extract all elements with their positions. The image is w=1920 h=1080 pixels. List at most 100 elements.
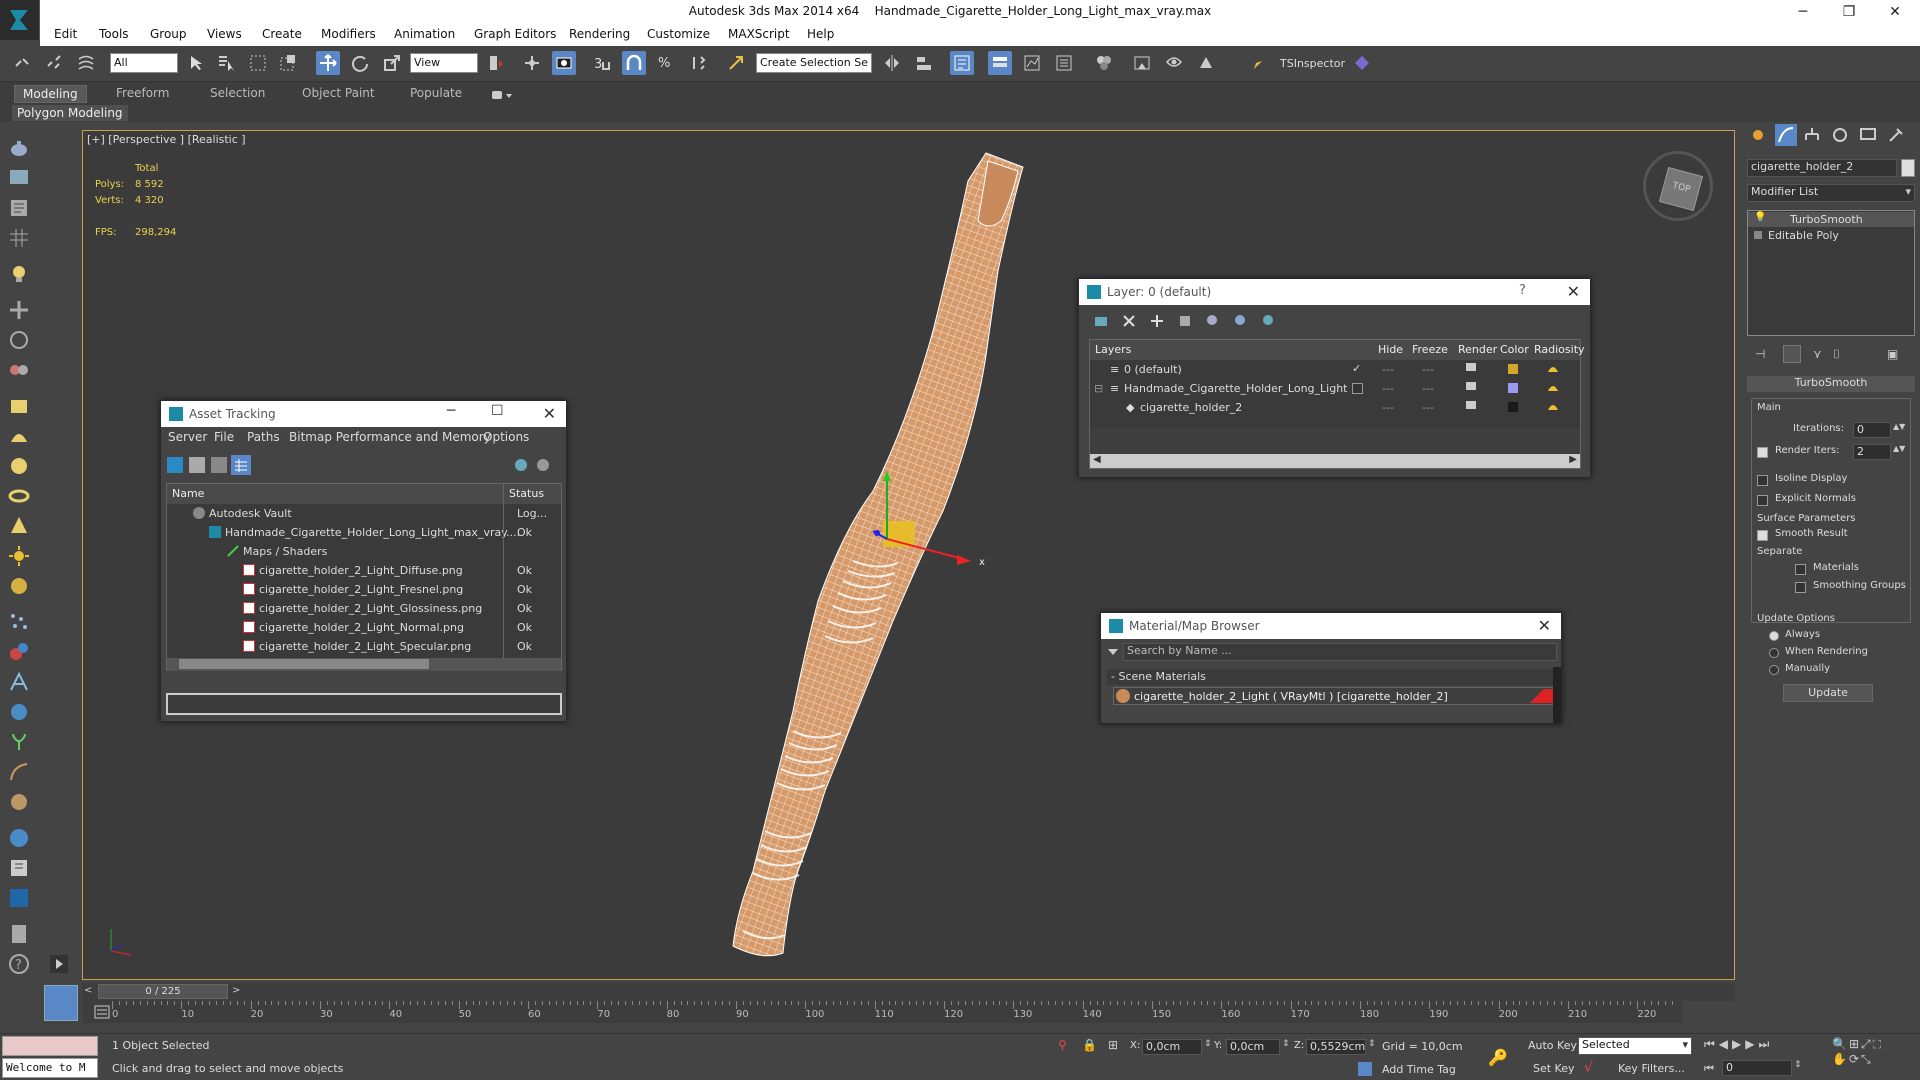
help-icon[interactable]: ? <box>7 952 31 976</box>
minimize-icon[interactable]: ─ <box>1780 0 1826 24</box>
window-crossing-icon[interactable] <box>276 51 300 75</box>
file-icon[interactable] <box>7 922 31 946</box>
menu-group[interactable]: Group <box>150 27 187 41</box>
hide-all-icon[interactable] <box>1233 313 1249 329</box>
current-frame-field[interactable]: 0 <box>1722 1060 1792 1076</box>
playback-controls[interactable]: ⏮◀▶▶⏭ <box>1704 1037 1824 1055</box>
modifier-stack[interactable]: 💡 TurboSmooth Editable Poly <box>1747 210 1915 336</box>
material-map-browser-window[interactable]: Material/Map Browser ✕ Search by Name ..… <box>1100 612 1562 724</box>
render-production-icon[interactable] <box>1194 51 1218 75</box>
menu-views[interactable]: Views <box>207 27 242 41</box>
keyboard-shortcut-override-icon[interactable] <box>552 51 576 75</box>
hierarchy-tab-icon[interactable] <box>1803 126 1821 144</box>
sound-icon[interactable] <box>7 328 31 352</box>
track-filter-icon[interactable] <box>94 1005 110 1019</box>
cone-icon[interactable] <box>7 424 31 448</box>
render-teapot-icon[interactable] <box>1466 382 1476 390</box>
motion-tab-icon[interactable] <box>1831 126 1849 144</box>
maxscript-input[interactable]: Welcome to M <box>2 1058 98 1078</box>
select-move-icon[interactable] <box>316 51 340 75</box>
smooth-result-checkbox[interactable] <box>1757 530 1768 541</box>
menu-help[interactable]: Help <box>807 27 834 41</box>
maximize-icon[interactable]: ☐ <box>491 403 504 419</box>
menu-create[interactable]: Create <box>262 27 302 41</box>
freeze-toggle[interactable]: --- <box>1422 401 1434 414</box>
time-prev-icon[interactable]: < <box>84 985 92 996</box>
viewcube-face[interactable]: TOP <box>1658 166 1704 212</box>
close-icon[interactable]: ✕ <box>543 404 556 423</box>
link-icon[interactable] <box>10 51 34 75</box>
layer-row[interactable]: ◆ cigarette_holder_2 --- --- <box>1090 398 1580 417</box>
menu-options[interactable]: Options <box>483 430 529 444</box>
list-item[interactable]: cigarette_holder_2_Light_Fresnel.png Ok <box>167 580 561 599</box>
make-unique-icon[interactable]: ⋎ <box>1813 347 1822 361</box>
spinner-arrows-icon[interactable]: ▲▼ <box>1893 422 1905 431</box>
hair-icon[interactable] <box>7 760 31 784</box>
update-button[interactable]: Update <box>1783 684 1873 702</box>
tab-modeling[interactable]: Modeling <box>14 85 87 103</box>
render-iters-spinner[interactable]: 2 <box>1853 444 1891 460</box>
turbosmooth-rollout-header[interactable]: TurboSmooth <box>1747 376 1915 392</box>
update-always-radio[interactable] <box>1769 631 1779 641</box>
list-item[interactable]: Handmade_Cigarette_Holder_Long_Light_max… <box>167 523 561 542</box>
pivot-center-icon[interactable] <box>484 51 508 75</box>
tab-selection[interactable]: Selection <box>202 85 273 103</box>
create-layer-icon[interactable] <box>1093 313 1109 329</box>
settings-icon[interactable] <box>535 457 551 473</box>
plugin-icon[interactable] <box>1350 51 1374 75</box>
list-item[interactable]: Autodesk Vault Log... <box>167 504 561 523</box>
browser-options-icon[interactable] <box>1107 646 1119 658</box>
menu-tools[interactable]: Tools <box>99 27 129 41</box>
radiosity-icon[interactable] <box>1546 381 1560 393</box>
layer-color-swatch[interactable] <box>1508 364 1518 374</box>
isoline-display-checkbox[interactable] <box>1757 475 1768 486</box>
add-time-tag[interactable]: Add Time Tag <box>1382 1063 1456 1076</box>
modifier-editable-poly[interactable]: Editable Poly <box>1748 228 1914 243</box>
menu-maxscript[interactable]: MAXScript <box>728 27 790 41</box>
update-when-rendering-radio[interactable] <box>1769 648 1779 658</box>
mirror-icon[interactable] <box>880 51 904 75</box>
scrollbar-thumb[interactable] <box>179 659 429 669</box>
sun-icon[interactable] <box>7 544 31 568</box>
show-end-result-icon[interactable] <box>1783 345 1801 363</box>
cigarette-holder-model[interactable]: x <box>623 131 1043 981</box>
particles-icon[interactable] <box>7 610 31 634</box>
scroll-right-icon[interactable]: ▶ <box>1569 454 1577 465</box>
ribbon-options-icon[interactable] <box>490 88 514 102</box>
snaps-toggle-icon[interactable]: 3 <box>590 51 614 75</box>
freeze-all-icon[interactable] <box>1261 313 1277 329</box>
key-filters-button[interactable]: Key Filters... <box>1618 1062 1685 1075</box>
help-icon[interactable] <box>513 457 529 473</box>
bones-icon[interactable] <box>7 670 31 694</box>
render-icon[interactable] <box>7 166 31 190</box>
freeze-toggle[interactable]: --- <box>1422 382 1434 395</box>
layer-row[interactable]: ⊟ ≡ Handmade_Cigarette_Holder_Long_Light… <box>1090 379 1580 398</box>
app-logo-icon[interactable] <box>0 0 40 40</box>
list-item[interactable]: cigarette_holder_2_Light_Normal.png Ok <box>167 618 561 637</box>
y-coord-field[interactable]: 0,0cm <box>1226 1039 1280 1055</box>
materials-checkbox[interactable] <box>1795 564 1806 575</box>
disc-icon[interactable] <box>7 574 31 598</box>
list-icon[interactable] <box>7 196 31 220</box>
menu-graph-editors[interactable]: Graph Editors <box>474 27 556 41</box>
update-manually-radio[interactable] <box>1769 665 1779 675</box>
auto-key-button[interactable]: Auto Key <box>1528 1039 1577 1052</box>
ribbon-subpanel-polygon-modeling[interactable]: Polygon Modeling <box>12 105 128 121</box>
spinner-arrows-icon[interactable]: ⇕ <box>1204 1039 1212 1049</box>
menu-rendering[interactable]: Rendering <box>569 27 630 41</box>
unlink-icon[interactable] <box>42 51 66 75</box>
key-tangent-icon[interactable]: √ <box>1584 1060 1593 1076</box>
iterations-spinner[interactable]: 0 <box>1853 422 1891 438</box>
scroll-left-icon[interactable]: ◀ <box>1093 454 1101 465</box>
tsinspector-icon[interactable] <box>1244 51 1268 75</box>
key-mode-dropdown[interactable]: Selected ▾ <box>1578 1037 1692 1055</box>
menu-server[interactable]: Server <box>168 430 207 444</box>
asset-tree[interactable]: Name Status Autodesk Vault Log... Handma… <box>166 483 562 671</box>
modifier-turbosmooth[interactable]: 💡 TurboSmooth <box>1748 212 1914 227</box>
tsinspector-label[interactable]: TSInspector <box>1280 57 1345 70</box>
select-object-icon[interactable] <box>184 51 208 75</box>
pin-stack-icon[interactable]: ⊣ <box>1755 347 1765 361</box>
collapse-icon[interactable]: ⊟ <box>1094 382 1103 395</box>
display-tab-icon[interactable] <box>1859 126 1877 144</box>
script-icon[interactable] <box>7 856 31 880</box>
